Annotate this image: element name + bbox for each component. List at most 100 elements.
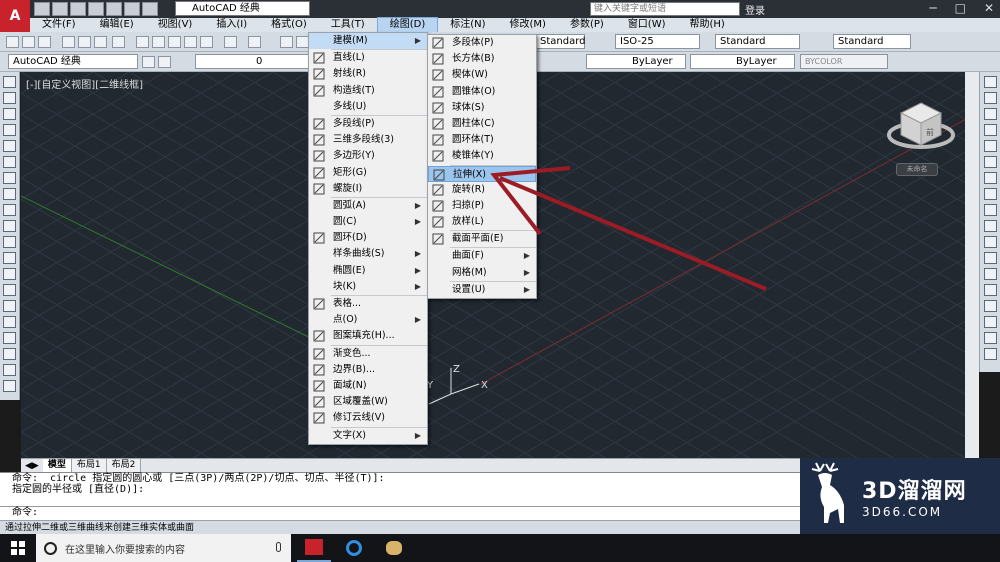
menu-item[interactable]: 圆环体(T) <box>428 132 536 148</box>
menu-item[interactable]: 圆柱体(C) <box>428 116 536 132</box>
menu-item[interactable]: 窗口(W) <box>616 18 678 32</box>
plotstyle-select[interactable]: BYCOLOR <box>800 54 888 69</box>
dim-style-select[interactable]: ISO-25 <box>615 34 700 49</box>
modify-tool-icon[interactable] <box>983 316 997 328</box>
draw-tool-icon[interactable] <box>3 332 16 344</box>
paste-icon[interactable] <box>168 36 181 48</box>
menu-item[interactable]: 标注(N) <box>438 18 497 32</box>
vertical-scrollbar[interactable] <box>965 72 979 458</box>
modify-tool-icon[interactable] <box>983 92 997 104</box>
menu-item[interactable]: 渐变色... <box>309 346 427 362</box>
layer-manager-icon[interactable] <box>158 56 171 68</box>
maximize-icon[interactable]: □ <box>955 1 966 15</box>
color-select[interactable]: ByLayer <box>586 54 686 69</box>
menu-item[interactable]: 块(K) ▶ <box>309 279 427 295</box>
menu-item[interactable]: 修改(M) <box>498 18 558 32</box>
menu-item[interactable]: 建模(M) ▶ <box>309 33 427 50</box>
undo-icon[interactable] <box>224 36 237 48</box>
modify-tool-icon[interactable] <box>983 156 997 168</box>
print-icon[interactable] <box>62 36 75 48</box>
menu-item[interactable]: 圆(C) ▶ <box>309 214 427 230</box>
menu-item[interactable]: 多线(U) <box>309 99 427 115</box>
draw-tool-icon[interactable] <box>3 108 16 120</box>
menu-item[interactable]: 螺旋(I) <box>309 181 427 197</box>
autocad-logo-icon[interactable]: A <box>0 0 30 32</box>
modify-tool-icon[interactable] <box>983 140 997 152</box>
menu-item[interactable]: 拉伸(X) <box>428 165 536 182</box>
modify-tool-icon[interactable] <box>983 220 997 232</box>
menu-item[interactable]: 文件(F) <box>30 18 88 32</box>
match-properties-icon[interactable] <box>184 36 197 48</box>
menu-item[interactable]: 表格... <box>309 296 427 312</box>
menu-item[interactable]: 圆弧(A) ▶ <box>309 198 427 214</box>
settings-icon[interactable] <box>142 56 155 68</box>
menu-item[interactable]: 矩形(G) <box>309 165 427 181</box>
autocad-taskbar-icon[interactable] <box>297 534 331 562</box>
windows-start-icon[interactable] <box>0 534 36 562</box>
menu-item[interactable]: 设置(U) ▶ <box>428 282 536 298</box>
menu-item[interactable]: 椭圆(E) ▶ <box>309 263 427 279</box>
undo-icon[interactable] <box>124 2 140 16</box>
workspace-select[interactable]: AutoCAD 经典 <box>175 1 310 16</box>
modify-tool-icon[interactable] <box>983 188 997 200</box>
menu-item[interactable]: 三维多段线(3) <box>309 132 427 148</box>
print-icon[interactable] <box>106 2 122 16</box>
edge-taskbar-icon[interactable] <box>337 534 371 562</box>
table-style-select[interactable]: Standard <box>715 34 800 49</box>
menu-item[interactable]: 格式(O) <box>259 18 319 32</box>
modify-tool-icon[interactable] <box>983 204 997 216</box>
block-editor-icon[interactable] <box>200 36 213 48</box>
text-style-select[interactable]: Standard <box>535 34 586 49</box>
close-icon[interactable]: ✕ <box>984 1 994 15</box>
preview-icon[interactable] <box>78 36 91 48</box>
open-icon[interactable] <box>52 2 68 16</box>
draw-tool-icon[interactable] <box>3 156 16 168</box>
menu-item[interactable]: 区域覆盖(W) <box>309 394 427 410</box>
modify-tool-icon[interactable] <box>983 252 997 264</box>
draw-tool-icon[interactable] <box>3 380 16 392</box>
save-icon[interactable] <box>70 2 86 16</box>
saveas-icon[interactable] <box>88 2 104 16</box>
menu-item[interactable]: 多边形(Y) <box>309 148 427 164</box>
draw-tool-icon[interactable] <box>3 252 16 264</box>
menu-item[interactable]: 样条曲线(S) ▶ <box>309 246 427 262</box>
workspace-combo[interactable]: AutoCAD 经典 <box>8 54 138 69</box>
wcs-menu[interactable]: 未命名 <box>896 163 938 176</box>
menu-item[interactable]: 文字(X) ▶ <box>309 428 427 444</box>
menu-item[interactable]: 棱锥体(Y) <box>428 148 536 164</box>
draw-tool-icon[interactable] <box>3 284 16 296</box>
menu-item[interactable]: 面域(N) <box>309 378 427 394</box>
draw-tool-icon[interactable] <box>3 204 16 216</box>
modify-tool-icon[interactable] <box>983 300 997 312</box>
draw-tool-icon[interactable] <box>3 268 16 280</box>
minimize-icon[interactable]: ─ <box>929 1 936 15</box>
draw-tool-icon[interactable] <box>3 316 16 328</box>
cut-icon[interactable] <box>136 36 149 48</box>
menu-item[interactable]: 楔体(W) <box>428 67 536 83</box>
draw-tool-icon[interactable] <box>3 188 16 200</box>
menu-item[interactable]: 长方体(B) <box>428 51 536 67</box>
modify-tool-icon[interactable] <box>983 332 997 344</box>
menu-item[interactable]: 多段体(P) <box>428 35 536 51</box>
menu-item[interactable]: 旋转(R) <box>428 182 536 198</box>
tab-model[interactable]: 模型 <box>42 459 72 472</box>
draw-tool-icon[interactable] <box>3 76 16 88</box>
open-icon[interactable] <box>22 36 35 48</box>
modify-tool-icon[interactable] <box>983 268 997 280</box>
menu-item[interactable]: 参数(P) <box>558 18 616 32</box>
draw-tool-icon[interactable] <box>3 220 16 232</box>
menu-item[interactable]: 修订云线(V) <box>309 410 427 426</box>
menu-item[interactable]: 绘图(D) <box>376 17 439 33</box>
menu-item[interactable]: 直线(L) <box>309 50 427 66</box>
microphone-icon[interactable] <box>276 542 281 552</box>
taskbar-search-input[interactable]: 在这里输入你要搜索的内容 <box>36 534 291 562</box>
draw-tool-icon[interactable] <box>3 236 16 248</box>
menu-item[interactable]: 多段线(P) <box>309 116 427 132</box>
modify-tool-icon[interactable] <box>983 172 997 184</box>
menu-item[interactable]: 射线(R) <box>309 66 427 82</box>
draw-tool-icon[interactable] <box>3 348 16 360</box>
layer-select[interactable]: 0 <box>195 54 310 69</box>
redo-icon[interactable] <box>142 2 158 16</box>
draw-tool-icon[interactable] <box>3 172 16 184</box>
menu-item[interactable]: 插入(I) <box>204 18 259 32</box>
